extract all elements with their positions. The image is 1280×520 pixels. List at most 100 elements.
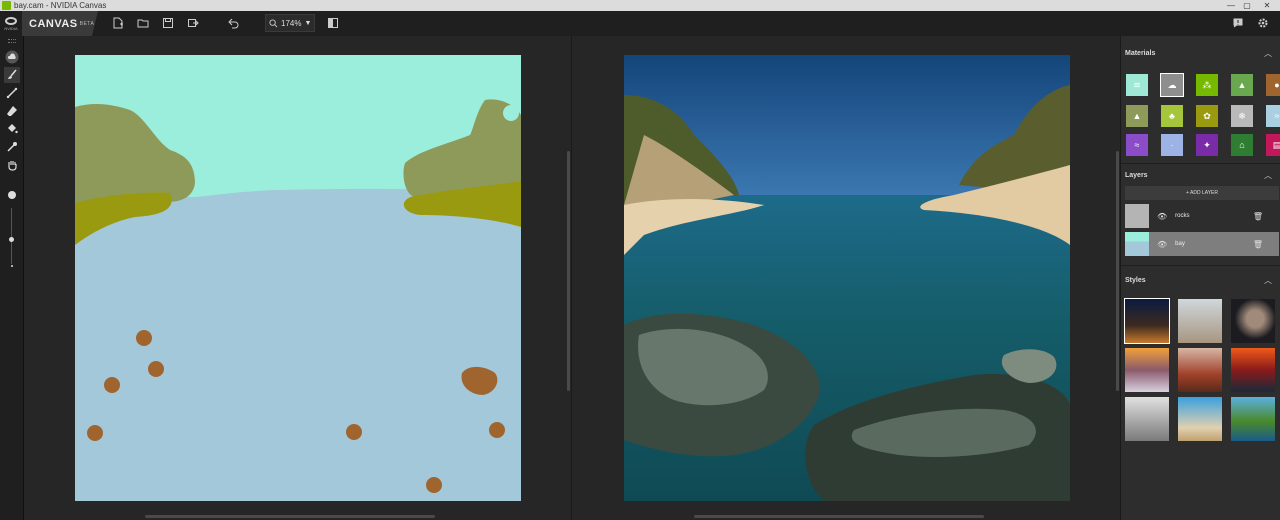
visibility-eye-icon[interactable]: 👁 <box>1157 240 1167 249</box>
logo-text: NVIDIA <box>4 25 18 31</box>
nvidia-eye-icon <box>5 16 17 25</box>
fog-icon: ∙ <box>1170 140 1174 150</box>
open-button[interactable] <box>135 15 151 31</box>
split-view-button[interactable] <box>325 15 341 31</box>
segmentation-canvas-panel <box>24 36 571 520</box>
style-thumbnail-9[interactable] <box>1231 397 1275 441</box>
tool-rail <box>0 36 24 520</box>
right-vertical-scrollbar[interactable] <box>1116 151 1119 391</box>
save-icon <box>163 18 173 28</box>
material-water[interactable]: ≈ <box>1266 105 1280 127</box>
materials-tool[interactable] <box>4 49 20 65</box>
delete-layer-icon[interactable]: 🗑 <box>1253 212 1263 221</box>
materials-cloud-icon <box>5 50 19 64</box>
style-thumbnail-1[interactable] <box>1124 298 1170 344</box>
pan-tool[interactable] <box>4 157 20 173</box>
right-horizontal-scrollbar[interactable] <box>694 515 984 518</box>
snow-icon: ❄ <box>1238 110 1246 121</box>
layer-bay[interactable]: 👁 bay 🗑 <box>1125 232 1279 256</box>
styles-collapse-icon[interactable]: ︿ <box>1264 275 1272 286</box>
style-thumbnail-5[interactable] <box>1178 348 1222 392</box>
open-folder-icon <box>137 19 149 28</box>
brush-size-thumb[interactable] <box>9 237 14 242</box>
undo-icon <box>228 18 239 29</box>
style-thumbnail-6[interactable] <box>1231 348 1275 392</box>
sky-icon: ≋ <box>1133 79 1141 90</box>
layers-title: Layers <box>1125 172 1148 179</box>
maximize-button[interactable]: ▢ <box>1236 0 1258 11</box>
bush-icon: ✿ <box>1203 110 1211 121</box>
new-file-button[interactable] <box>110 15 126 31</box>
fill-bucket-icon <box>8 124 18 134</box>
river-icon: ≈ <box>1134 140 1140 150</box>
line-icon <box>6 87 18 99</box>
feedback-icon <box>1233 18 1243 28</box>
rock-icon: ● <box>1274 80 1280 90</box>
style-thumbnail-4[interactable] <box>1125 348 1169 392</box>
brush-size-slider[interactable] <box>11 208 12 264</box>
eraser-tool[interactable] <box>4 103 20 119</box>
style-thumbnail-3[interactable] <box>1231 299 1275 343</box>
cloud-icon: ☁ <box>1167 79 1177 90</box>
hand-icon <box>8 161 17 171</box>
window-title: bay.cam - NVIDIA Canvas <box>14 1 107 10</box>
layer-thumbnail <box>1125 232 1149 256</box>
material-mountain[interactable]: ▲ <box>1126 105 1148 127</box>
material-sky[interactable]: ≋ <box>1126 74 1148 96</box>
fill-tool[interactable] <box>4 121 20 137</box>
zoom-value: 174% <box>281 18 302 28</box>
material-hill[interactable]: ▲ <box>1231 74 1253 96</box>
export-button[interactable] <box>185 15 201 31</box>
grass-icon: ⁂ <box>1202 79 1212 90</box>
material-rock[interactable]: ● <box>1266 74 1280 96</box>
brush-icon <box>8 69 17 79</box>
material-grass[interactable]: ⁂ <box>1196 74 1218 96</box>
sand-icon: ▤ <box>1272 139 1280 150</box>
app-icon <box>2 1 11 10</box>
rail-grip-icon <box>8 39 16 43</box>
hill-icon: ▲ <box>1237 80 1247 90</box>
style-thumbnail-2[interactable] <box>1178 299 1222 343</box>
layer-thumbnail <box>1125 204 1149 228</box>
layer-rocks[interactable]: 👁 rocks 🗑 <box>1125 204 1279 228</box>
undo-button[interactable] <box>225 15 241 31</box>
material-snow[interactable]: ❄ <box>1231 105 1253 127</box>
materials-collapse-icon[interactable]: ︿ <box>1264 48 1272 59</box>
material-sparkle[interactable]: ✦ <box>1196 134 1218 156</box>
title-bar: bay.cam - NVIDIA Canvas — ▢ ✕ <box>0 0 1280 11</box>
brush-tool[interactable] <box>4 67 20 83</box>
eraser-icon <box>7 106 17 116</box>
material-river[interactable]: ≈ <box>1126 134 1148 156</box>
delete-layer-icon[interactable]: 🗑 <box>1253 240 1263 249</box>
feedback-button[interactable] <box>1230 15 1246 31</box>
add-layer-button[interactable]: + ADD LAYER <box>1125 186 1279 200</box>
eyedropper-tool[interactable] <box>4 139 20 155</box>
beta-badge: BETA <box>79 20 95 27</box>
left-horizontal-scrollbar[interactable] <box>145 515 435 518</box>
brush-size-small-icon <box>11 265 13 267</box>
style-thumbnail-7[interactable] <box>1125 397 1169 441</box>
building-icon: ⌂ <box>1239 140 1245 150</box>
material-building[interactable]: ⌂ <box>1231 134 1253 156</box>
export-icon <box>188 19 199 27</box>
line-tool[interactable] <box>4 85 20 101</box>
canvas-app: bay.cam - NVIDIA Canvas — ▢ ✕ NVIDIA CAN… <box>0 0 1280 520</box>
style-thumbnail-8[interactable] <box>1178 397 1222 441</box>
material-bush[interactable]: ✿ <box>1196 105 1218 127</box>
sparkle-icon: ✦ <box>1203 139 1211 150</box>
output-canvas-panel <box>571 36 1120 520</box>
close-button[interactable]: ✕ <box>1256 0 1278 11</box>
layers-collapse-icon[interactable]: ︿ <box>1264 170 1272 181</box>
layer-name: bay <box>1175 241 1185 247</box>
visibility-eye-icon[interactable]: 👁 <box>1157 212 1167 221</box>
material-cloud[interactable]: ☁ <box>1160 73 1184 97</box>
material-sand[interactable]: ▤ <box>1266 134 1280 156</box>
segmentation-canvas[interactable] <box>75 55 521 501</box>
save-button[interactable] <box>160 15 176 31</box>
layer-name: rocks <box>1175 213 1190 219</box>
material-fog[interactable]: ∙ <box>1161 134 1183 156</box>
material-tree[interactable]: ♣ <box>1161 105 1183 127</box>
zoom-control[interactable]: 174% ▼ <box>265 14 315 32</box>
left-vertical-scrollbar[interactable] <box>567 151 570 391</box>
settings-button[interactable] <box>1255 15 1271 31</box>
